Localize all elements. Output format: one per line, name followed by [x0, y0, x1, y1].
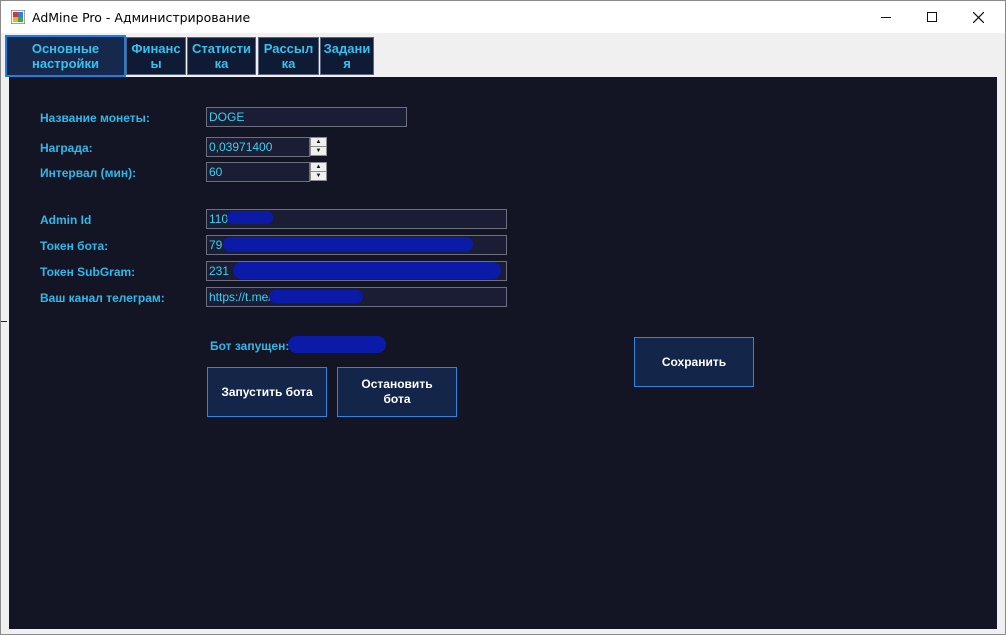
close-icon [972, 11, 984, 23]
bot-token-label: Токен бота: [40, 239, 109, 253]
interval-label: Интервал (мин): [40, 166, 137, 180]
tab-label: Основные настройки [31, 41, 100, 71]
coin-name-field[interactable]: DOGE [206, 107, 407, 127]
tab-main-settings[interactable]: Основные настройки [5, 35, 126, 77]
coin-name-label: Название монеты: [40, 111, 150, 125]
app-window: AdMine Pro - Администрирование Основные … [0, 0, 1006, 635]
tab-strip: Основные настройки Финанс ы Статисти ка … [2, 33, 1004, 77]
reward-label: Награда: [40, 141, 93, 155]
maximize-button[interactable] [909, 1, 955, 33]
tab-label: Рассыл ка [263, 41, 314, 71]
settings-panel [9, 77, 997, 629]
tab-label: Финанс ы [131, 41, 181, 71]
tab-mailing[interactable]: Рассыл ка [258, 37, 319, 75]
subgram-token-label: Токен SubGram: [40, 265, 136, 279]
close-button[interactable] [955, 1, 1001, 33]
start-bot-button[interactable]: Запустить бота [207, 367, 327, 417]
chevron-down-icon[interactable]: ▼ [311, 147, 326, 155]
save-button[interactable]: Сохранить [634, 337, 754, 387]
tab-label: Задани я [323, 41, 371, 71]
tab-tasks[interactable]: Задани я [320, 37, 374, 75]
tab-label: Статисти ка [192, 41, 251, 71]
tab-finances[interactable]: Финанс ы [126, 37, 186, 75]
minimize-icon [881, 17, 891, 18]
tab-statistics[interactable]: Статисти ка [187, 37, 256, 75]
app-icon [11, 10, 25, 24]
channel-label: Ваш канал телеграм: [40, 291, 165, 305]
redaction-mark [223, 237, 473, 252]
admin-id-label: Admin Id [40, 213, 92, 227]
chevron-up-icon[interactable]: ▲ [311, 138, 326, 146]
window-title: AdMine Pro - Администрирование [32, 10, 251, 25]
chevron-down-icon[interactable]: ▼ [311, 172, 326, 180]
redaction-mark [227, 211, 273, 224]
redaction-mark [233, 262, 501, 279]
interval-field[interactable]: 60 [206, 162, 310, 182]
bot-status-label: Бот запущен: [210, 339, 290, 353]
chevron-up-icon[interactable]: ▲ [311, 163, 326, 171]
title-bar[interactable]: AdMine Pro - Администрирование [1, 1, 1005, 33]
interval-stepper[interactable]: ▲ ▼ [310, 162, 327, 181]
background-window-edge [1, 321, 7, 322]
minimize-button[interactable] [863, 1, 909, 33]
stop-bot-button[interactable]: Остановить бота [337, 367, 457, 417]
redaction-mark [288, 336, 386, 353]
reward-stepper[interactable]: ▲ ▼ [310, 137, 327, 156]
reward-field[interactable]: 0,03971400 [206, 137, 310, 157]
maximize-icon [927, 12, 937, 22]
redaction-mark [269, 290, 363, 303]
